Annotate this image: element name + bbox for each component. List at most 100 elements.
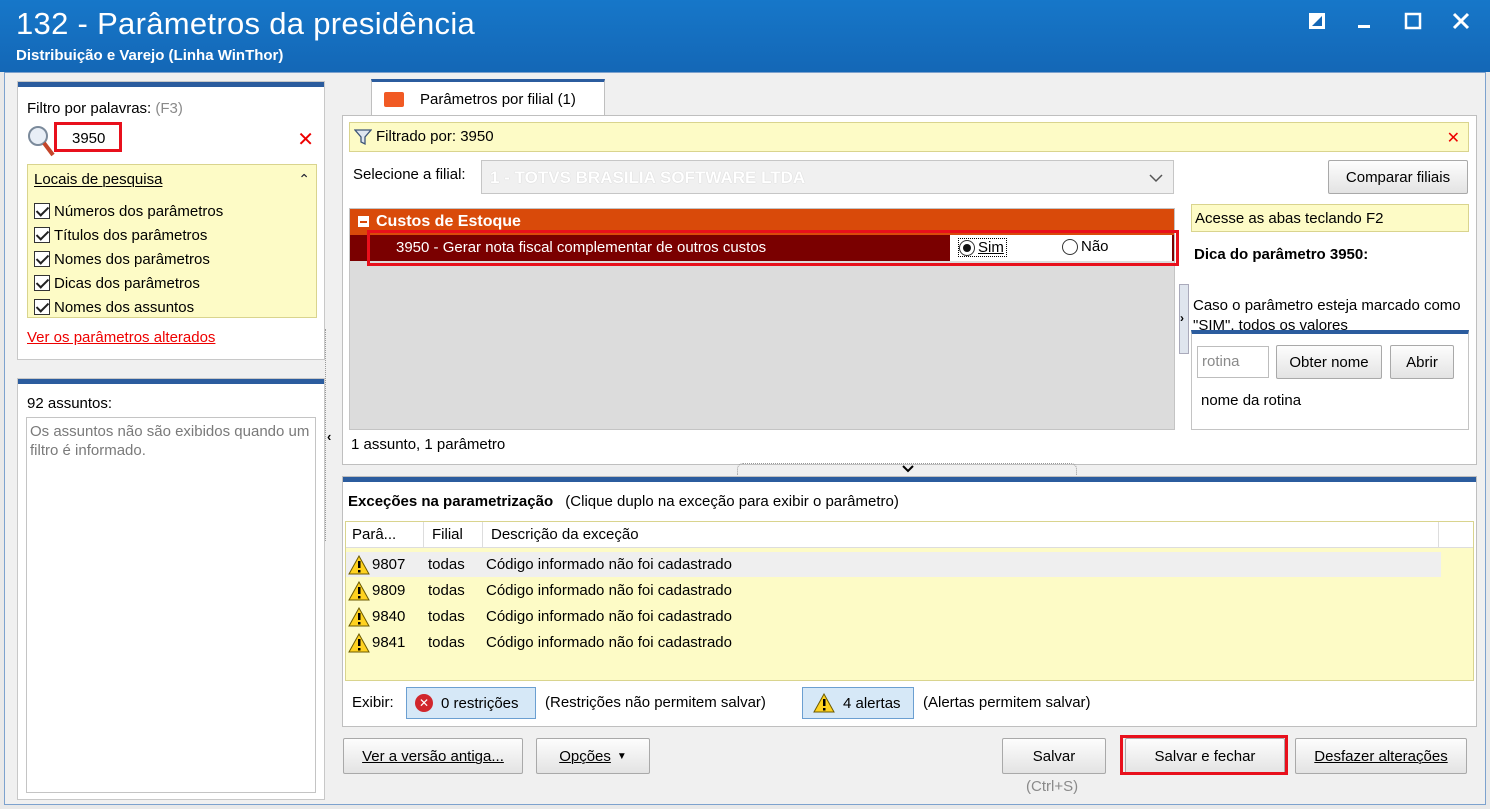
hint-text-box: Caso o parâmetro esteja marcado como "SI… xyxy=(1191,296,1469,330)
error-icon: ✕ xyxy=(415,694,433,712)
checkbox-icon[interactable] xyxy=(34,203,50,219)
exception-row[interactable]: 9809 todas Código informado não foi cada… xyxy=(346,578,1441,603)
option-nomes[interactable]: Nomes dos parâmetros xyxy=(34,247,223,271)
option-label: Nomes dos assuntos xyxy=(54,298,195,316)
save-shortcut: (Ctrl+S) xyxy=(1026,778,1079,795)
hint-text: Caso o parâmetro esteja marcado como "SI… xyxy=(1193,297,1461,330)
tab-parametros[interactable]: Parâmetros por filial (1) xyxy=(371,79,605,117)
restore-icon[interactable] xyxy=(1306,10,1328,32)
tab-count: (1) xyxy=(557,91,576,108)
exception-row[interactable]: 9841 todas Código informado não foi cada… xyxy=(346,630,1441,655)
window-title: 132 - Parâmetros da presidência xyxy=(16,6,476,41)
exception-filial: todas xyxy=(428,608,465,625)
maximize-icon[interactable] xyxy=(1402,10,1424,32)
filter-shortcut: (F3) xyxy=(155,100,183,117)
col-param[interactable]: Parâ... xyxy=(346,522,424,547)
abrir-label: Abrir xyxy=(1406,353,1438,371)
folder-icon xyxy=(384,92,404,107)
vertical-splitter[interactable]: ‹ xyxy=(325,329,337,541)
tab-label-text: Parâmetros por filial xyxy=(420,91,554,108)
tab-content: Filtrado por: 3950 ✕ Selecione a filial:… xyxy=(342,115,1477,465)
options-button[interactable]: Opções ▼ xyxy=(536,738,650,774)
abrir-button[interactable]: Abrir xyxy=(1390,345,1454,379)
window-titlebar: 132 - Parâmetros da presidência Distribu… xyxy=(0,0,1490,72)
options-label: Opções xyxy=(559,747,611,765)
alertas-button[interactable]: 4 alertas xyxy=(802,687,914,719)
altered-params-link[interactable]: Ver os parâmetros alterados xyxy=(27,329,215,346)
restricoes-note: (Restrições não permitem salvar) xyxy=(545,694,766,711)
option-label: Números dos parâmetros xyxy=(54,202,224,220)
old-version-button[interactable]: Ver a versão antiga... xyxy=(343,738,523,774)
exception-row[interactable]: 9840 todas Código informado não foi cada… xyxy=(346,604,1441,629)
exception-row[interactable]: 9807 todas Código informado não foi cada… xyxy=(346,552,1441,577)
horizontal-splitter[interactable] xyxy=(737,463,1077,475)
filtered-bar: Filtrado por: 3950 ✕ xyxy=(349,122,1469,152)
option-assuntos[interactable]: Nomes dos assuntos xyxy=(34,295,223,319)
chevron-right-icon: › xyxy=(1180,311,1184,325)
warning-icon xyxy=(348,580,370,601)
save-button[interactable]: Salvar xyxy=(1002,738,1106,774)
window-controls xyxy=(1306,10,1472,32)
exceptions-table: Parâ... Filial Descrição da exceção 9807… xyxy=(345,521,1474,681)
checkbox-icon[interactable] xyxy=(34,275,50,291)
rotina-name-label: nome da rotina xyxy=(1201,392,1302,409)
exibir-label: Exibir: xyxy=(352,694,394,711)
filial-select[interactable]: 1 - TOTVS BRASILIA SOFTWARE LTDA xyxy=(481,160,1174,194)
old-version-label: Ver a versão antiga... xyxy=(362,747,504,765)
exception-desc: Código informado não foi cadastrado xyxy=(486,556,732,573)
minimize-icon[interactable] xyxy=(1354,10,1376,32)
group-title: Custos de Estoque xyxy=(376,213,521,230)
restricoes-label: 0 restrições xyxy=(441,694,519,712)
exceptions-title: Exceções na parametrização xyxy=(348,493,554,510)
exception-param: 9809 xyxy=(372,582,406,599)
param-highlight-box xyxy=(367,230,1179,266)
expand-hint-handle[interactable]: › xyxy=(1179,284,1189,354)
filter-label: Filtro por palavras: (F3) xyxy=(27,100,183,117)
checkbox-icon[interactable] xyxy=(34,227,50,243)
option-dicas[interactable]: Dicas dos parâmetros xyxy=(34,271,223,295)
warning-icon xyxy=(348,632,370,653)
filter-label-text: Filtro por palavras: xyxy=(27,100,152,117)
col-filial[interactable]: Filial xyxy=(424,522,483,547)
assuntos-list: Os assuntos não são exibidos quando um f… xyxy=(26,417,316,793)
group-collapse-icon[interactable] xyxy=(358,216,369,227)
save-close-highlight-box xyxy=(1120,735,1288,775)
rotina-input[interactable]: rotina xyxy=(1197,346,1269,378)
locais-header[interactable]: Locais de pesquisa ⌃ xyxy=(34,171,310,188)
collapse-icon[interactable]: ⌃ xyxy=(298,171,310,188)
exceptions-subtitle: (Clique duplo na exceção para exibir o p… xyxy=(565,493,899,510)
exception-param: 9840 xyxy=(372,608,406,625)
magnifier-icon xyxy=(26,124,56,158)
restricoes-button[interactable]: ✕ 0 restrições xyxy=(406,687,536,719)
tab-label: Parâmetros por filial (1) xyxy=(420,91,576,108)
undo-label: Desfazer alterações xyxy=(1314,747,1448,765)
clear-filter-icon[interactable]: ✕ xyxy=(297,127,314,152)
undo-button[interactable]: Desfazer alterações xyxy=(1295,738,1467,774)
col-descricao[interactable]: Descrição da exceção xyxy=(483,522,1439,547)
option-label: Dicas dos parâmetros xyxy=(54,274,200,292)
clear-filtered-icon[interactable]: ✕ xyxy=(1447,128,1460,148)
chevron-down-icon xyxy=(1149,170,1163,187)
compare-filiais-label: Comparar filiais xyxy=(1345,168,1451,186)
alertas-label: 4 alertas xyxy=(843,694,901,712)
collapse-left-icon[interactable]: ‹ xyxy=(327,429,331,444)
hint-title: Dica do parâmetro 3950: xyxy=(1194,246,1369,263)
exceptions-header: Exceções na parametrização (Clique duplo… xyxy=(348,493,899,510)
compare-filiais-button[interactable]: Comparar filiais xyxy=(1328,160,1468,194)
checkbox-icon[interactable] xyxy=(34,299,50,315)
filial-label: Selecione a filial: xyxy=(353,166,466,183)
dropdown-arrow-icon: ▼ xyxy=(616,750,627,762)
rotina-placeholder: rotina xyxy=(1202,353,1240,370)
close-icon[interactable] xyxy=(1450,10,1472,32)
exceptions-table-header: Parâ... Filial Descrição da exceção xyxy=(346,522,1473,548)
exception-param: 9807 xyxy=(372,556,406,573)
exception-desc: Código informado não foi cadastrado xyxy=(486,634,732,651)
search-locations-box: Locais de pesquisa ⌃ Números dos parâmet… xyxy=(27,164,317,318)
option-titulos[interactable]: Títulos dos parâmetros xyxy=(34,223,223,247)
panel-accent xyxy=(343,477,1476,482)
option-numeros[interactable]: Números dos parâmetros xyxy=(34,199,223,223)
filter-panel: Filtro por palavras: (F3) 3950 ✕ Locais … xyxy=(17,81,325,360)
checkbox-icon[interactable] xyxy=(34,251,50,267)
rotina-panel: rotina Obter nome Abrir nome da rotina xyxy=(1191,330,1469,430)
obter-nome-button[interactable]: Obter nome xyxy=(1276,345,1382,379)
